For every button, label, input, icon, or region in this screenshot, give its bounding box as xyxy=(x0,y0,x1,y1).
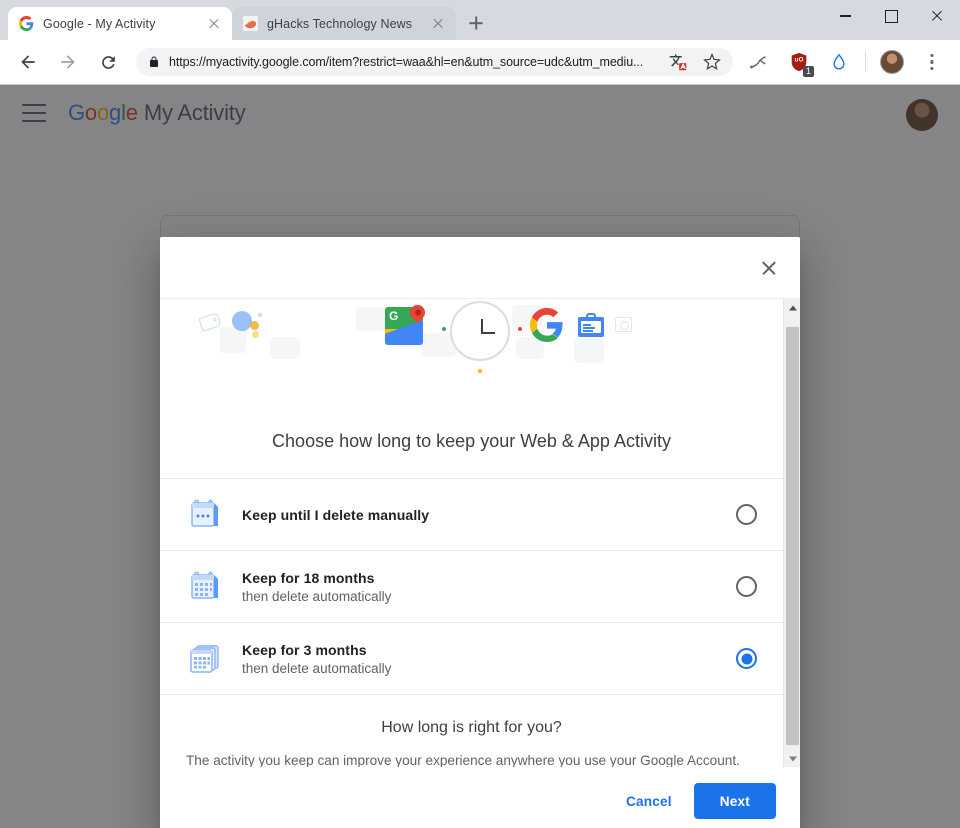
translate-icon[interactable] xyxy=(663,48,693,76)
option-text: Keep for 18 months then delete automatic… xyxy=(228,570,736,604)
price-tag-icon xyxy=(198,312,222,332)
calendar-grid-icon xyxy=(182,570,228,604)
minimize-button[interactable] xyxy=(822,0,868,32)
omnibox-actions xyxy=(661,48,729,76)
option-title: Keep until I delete manually xyxy=(242,506,430,523)
faint-block xyxy=(270,337,300,359)
back-button[interactable] xyxy=(13,47,43,77)
faint-block xyxy=(356,307,388,331)
option-subtitle: then delete automatically xyxy=(242,660,392,676)
reload-button[interactable] xyxy=(93,47,123,77)
url-text[interactable]: https://myactivity.google.com/item?restr… xyxy=(169,55,661,69)
small-dot-icon xyxy=(258,313,262,317)
ublock-origin-icon[interactable]: uO 1 xyxy=(784,47,814,77)
new-tab-button[interactable] xyxy=(462,9,490,37)
option-subtitle: then delete automatically xyxy=(242,588,392,604)
tab-title: gHacks Technology News xyxy=(267,16,413,31)
orange-dot-icon xyxy=(250,321,259,330)
hero-illustration: G xyxy=(160,299,783,417)
option-title: Keep for 3 months xyxy=(242,641,367,658)
dialog-close-icon[interactable] xyxy=(754,253,784,283)
dialog-footer: Cancel Next xyxy=(160,767,800,828)
browser-window: Google - My Activity gHacks Technology N… xyxy=(0,0,960,828)
blue-dot-icon xyxy=(232,311,252,331)
ghacks-icon xyxy=(242,16,258,32)
svg-text:uO: uO xyxy=(795,57,804,64)
radio-keep-18-months[interactable] xyxy=(736,576,757,597)
explanation-body: The activity you keep can improve your e… xyxy=(186,753,740,767)
option-title: Keep for 18 months xyxy=(242,569,375,586)
option-keep-18-months[interactable]: Keep for 18 months then delete automatic… xyxy=(160,551,783,623)
scrollbar-thumb[interactable] xyxy=(786,327,799,745)
radio-keep-3-months[interactable] xyxy=(736,648,757,669)
google-news-icon xyxy=(578,313,604,337)
option-text: Keep until I delete manually xyxy=(228,507,736,523)
dialog-content: G Choose how long to keep your Web & App… xyxy=(160,299,783,767)
ublock-badge: 1 xyxy=(802,66,814,77)
address-bar[interactable]: https://myactivity.google.com/item?restr… xyxy=(136,48,733,76)
window-close-button[interactable] xyxy=(914,0,960,32)
faint-camera-icon xyxy=(615,317,632,332)
clock-dot-yellow xyxy=(478,369,482,373)
tab-close-icon[interactable] xyxy=(430,16,446,32)
cancel-button[interactable]: Cancel xyxy=(612,783,686,819)
explanation-section: How long is right for you? The activity … xyxy=(160,695,783,767)
next-label: Next xyxy=(719,793,750,809)
radio-keep-until-delete-manually[interactable] xyxy=(736,504,757,525)
yellow-dot-icon xyxy=(252,331,259,338)
faint-block xyxy=(574,339,604,363)
share-extension-icon[interactable] xyxy=(744,47,774,77)
explanation-title: How long is right for you? xyxy=(381,719,562,736)
star-icon[interactable] xyxy=(697,48,727,76)
clock-icon xyxy=(450,301,510,361)
option-keep-until-delete-manually[interactable]: Keep until I delete manually xyxy=(160,479,783,551)
tab-title: Google - My Activity xyxy=(43,16,156,31)
clock-dot-green xyxy=(442,327,446,331)
calendar-dots-icon xyxy=(182,498,228,532)
calendar-stack-icon xyxy=(182,642,228,676)
profile-avatar[interactable] xyxy=(877,47,907,77)
dialog-header xyxy=(160,237,800,298)
dialog-scroll-area: G Choose how long to keep your Web & App… xyxy=(160,298,800,767)
cancel-label: Cancel xyxy=(625,793,672,809)
google-g-logo-icon xyxy=(530,308,564,342)
dialog-title: Choose how long to keep your Web & App A… xyxy=(272,431,671,451)
lock-icon xyxy=(148,56,160,68)
avatar xyxy=(880,50,904,74)
tab-ghacks-technology-news[interactable]: gHacks Technology News xyxy=(232,7,456,40)
kebab-menu-icon[interactable] xyxy=(917,47,947,77)
water-drop-extension-icon[interactable] xyxy=(824,47,854,77)
forward-button[interactable] xyxy=(53,47,83,77)
tab-google-my-activity[interactable]: Google - My Activity xyxy=(8,7,232,40)
keep-activity-dialog: G Choose how long to keep your Web & App… xyxy=(160,237,800,828)
title-bar: Google - My Activity gHacks Technology N… xyxy=(0,0,960,40)
tab-strip: Google - My Activity gHacks Technology N… xyxy=(0,0,490,40)
window-controls xyxy=(822,0,960,40)
option-keep-3-months[interactable]: Keep for 3 months then delete automatica… xyxy=(160,623,783,695)
scrollbar-down-arrow-icon[interactable] xyxy=(784,750,800,767)
scrollbar-up-arrow-icon[interactable] xyxy=(784,299,800,316)
page-viewport: GoogleMy Activity Choose to delete autom… xyxy=(0,85,960,828)
maximize-button[interactable] xyxy=(868,0,914,32)
browser-toolbar: https://myactivity.google.com/item?restr… xyxy=(0,40,960,85)
option-text: Keep for 3 months then delete automatica… xyxy=(228,642,736,676)
google-g-icon xyxy=(18,16,34,32)
dialog-scrollbar[interactable] xyxy=(783,299,800,767)
clock-dot-red xyxy=(518,327,522,331)
retention-options-list: Keep until I delete manually Keep for 18… xyxy=(160,478,783,695)
kebab-glyph xyxy=(921,51,943,73)
tab-close-icon[interactable] xyxy=(206,16,222,32)
next-button[interactable]: Next xyxy=(693,783,776,819)
toolbar-divider xyxy=(865,52,866,72)
